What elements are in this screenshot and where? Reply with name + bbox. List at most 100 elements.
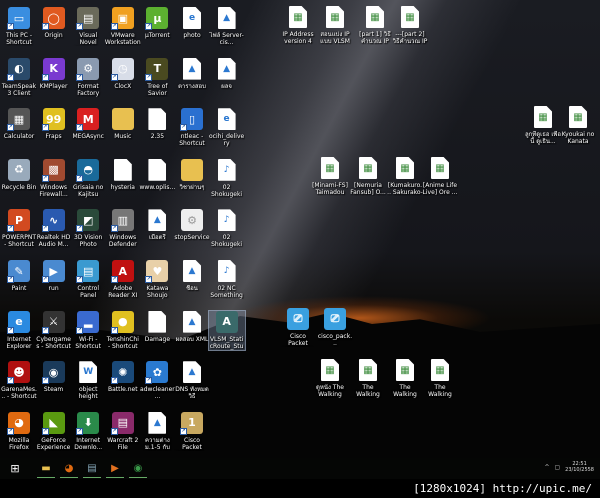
desktop-icon[interactable]: hysteria — [105, 158, 141, 191]
desktop-icon[interactable]: ▲ DNS ทั้งหมดวิธี — [174, 361, 210, 400]
desktop-icon[interactable]: ✺ ↗ Battle.net — [105, 361, 141, 393]
desktop-icon[interactable]: ▂ ↗ Wi-Fi - Shortcut — [70, 310, 106, 350]
desktop-icon[interactable]: ▲ ตารางสอบ — [174, 57, 210, 90]
desktop-icon[interactable]: ♪ 02 Shokugeki no Soma E... — [209, 209, 245, 248]
taskbar-firefox-button[interactable]: ◕ — [60, 460, 78, 478]
desktop-icon[interactable]: ◉ ↗ Steam — [36, 361, 72, 393]
desktop-icon[interactable]: ▦ [Nemuria Fansub] O... — [350, 157, 386, 196]
geforce-icon: ◣ ↗ — [41, 411, 65, 435]
shortcut-arrow-icon: ↗ — [110, 23, 118, 30]
desktop-icon[interactable]: 1↗Cisco Packet Tracer Stu... — [174, 411, 210, 451]
desktop-icon[interactable]: ▦ IP Address version 4 ล... — [280, 6, 316, 45]
desktop-icon[interactable]: A VLSM_StaticRoute_Student — [207, 309, 246, 351]
desktop-icon[interactable]: ▦ The Walking Dead Seas... — [422, 359, 458, 398]
desktop-icon[interactable]: ▦ สอนแบ่ง IP แบบ VLSM a... — [317, 6, 353, 45]
desktop-icon[interactable]: ◐ ↗ TeamSpeak 3 Client — [1, 57, 37, 97]
desktop-icon[interactable]: ▦ [Anime Life Live] Ore ... — [422, 157, 458, 196]
desktop-icon[interactable]: ▦ [Kumakuro... Sakurako-s... — [387, 157, 423, 196]
desktop-icon[interactable]: ◕ ↗ Mozilla Firefox — [1, 411, 37, 451]
desktop-icon[interactable]: Wobject height — [70, 361, 106, 400]
desktop-icon[interactable]: ▦ ลูกที่ดูเธอ เพื่อนี้ ดูเธิน... — [525, 106, 561, 145]
desktop-icon[interactable]: ☻ ↗ GarenaMes... - Shortcut — [1, 361, 37, 400]
desktop-icon[interactable]: ▲ ชื่อน — [174, 260, 210, 292]
image-file-icon: ▲ — [148, 209, 167, 232]
desktop-icon[interactable]: ✿ ↗ adwcleaner... — [139, 361, 175, 400]
desktop-icon[interactable]: Damage — [139, 310, 175, 343]
desktop-icon[interactable]: ▦ Kyoukai no Kanata Mo... — [560, 106, 596, 145]
desktop[interactable]: ▭ ↗ This PC - Shortcut ◯ ↗ Origin ▤ ↗ Visual Nov… — [0, 0, 600, 458]
desktop-icon[interactable]: ▦ ดูหนัง The Walking De... — [312, 359, 348, 398]
desktop-icon[interactable]: ⎚ cisco_pack... — [317, 308, 353, 347]
desktop-icon[interactable]: ▦ The Walking Dead Seas... — [387, 359, 423, 398]
desktop-icon[interactable]: e ↗ Internet Explorer — [1, 310, 37, 350]
desktop-icon[interactable]: ♻ Recycle Bin — [1, 158, 37, 191]
desktop-icon[interactable]: ▩ ↗ Windows Firewall... — [36, 158, 72, 198]
desktop-icon[interactable]: ▶ ↗ run — [36, 260, 72, 292]
desktop-icon[interactable]: ♪ 02 NC Something ... — [209, 260, 245, 299]
desktop-icon[interactable]: K ↗ KMPlayer — [36, 57, 72, 90]
desktop-icon[interactable]: ▦ [Minami-FS] Taimadou ... — [312, 157, 348, 196]
desktop-icon[interactable]: ♪ 02 Shokugeki no Soma E... — [209, 158, 245, 198]
desktop-icon[interactable]: T↗Tree of Savior (English Ver.) — [139, 57, 175, 97]
installer-icon: ⎚ — [324, 308, 346, 330]
desktop-icon[interactable]: ⚙ stopService — [174, 209, 210, 241]
desktop-icon[interactable]: ✎ ↗ Paint — [1, 260, 37, 292]
desktop-icon[interactable]: ◓ ↗ Grisaia no Kajitsu — [70, 158, 106, 198]
desktop-icon[interactable]: ▲ เมื่อตรี — [139, 209, 175, 241]
taskbar-file-explorer-button[interactable]: ▬ — [37, 460, 55, 478]
desktop-icon[interactable]: e ocihi_delivery — [209, 108, 245, 147]
desktop-icon[interactable]: ▲ ผลจ — [209, 57, 245, 90]
desktop-icon[interactable]: ▤ ↗ Warcraft 2 File — [105, 411, 141, 451]
taskbar-idm-button[interactable]: ◉ — [129, 460, 147, 478]
desktop-icon[interactable]: ▲ ผลสอบ XML — [174, 310, 210, 343]
desktop-icon[interactable]: M ↗ MEGAsync — [70, 108, 106, 140]
desktop-icon[interactable]: www.oplis... — [139, 158, 175, 191]
desktop-icon[interactable]: ⚙ ↗ Format Factory — [70, 57, 106, 97]
desktop-icon-label: The Walking Dead Sea... — [356, 384, 380, 398]
taskbar-media-player-button[interactable]: ▶ — [106, 460, 124, 478]
desktop-icon[interactable]: วิชาผ่านๆ — [174, 158, 210, 191]
desktop-icon[interactable]: ▤↗ Visual Novel Reader - S... — [70, 7, 106, 46]
desktop-icon-label: Realtek HD Audio M... — [36, 234, 71, 249]
desktop-icon[interactable]: ▣ ↗ VMware Workstation — [105, 7, 141, 46]
desktop-icon[interactable]: A ↗ Adobe Reader XI — [105, 260, 141, 299]
shortcut-arrow-icon: ↗ — [180, 427, 187, 435]
desktop-icon[interactable]: e photo — [174, 7, 210, 39]
desktop-icon[interactable]: ▦ [part 1] วิธีคำนวณ IP addr... — [357, 6, 393, 45]
window-icon: ▯ ↗ — [180, 108, 203, 132]
desktop-icon[interactable]: ⚔ ↗ Cybergames - Shortcut — [36, 310, 72, 350]
desktop-icon-label: TenshinChi - Shortcut — [106, 335, 139, 350]
desktop-icon-label: ตารางสอบ — [178, 82, 206, 90]
desktop-icon[interactable]: ▦ ---[part 2] วิธีคำนวณ IP ad... — [392, 6, 428, 45]
desktop-icon[interactable]: ⬇ ↗ Internet Downlo... — [70, 411, 106, 451]
clock[interactable]: 22:51 23/10/2558 — [565, 461, 594, 473]
start-button[interactable]: ⊞ — [6, 460, 24, 478]
desktop-icon[interactable]: ▦ ↗ Calculator — [1, 108, 37, 140]
desktop-icon[interactable]: ♥ ↗ Katawa Shoujo — [139, 260, 175, 299]
desktop-icon[interactable]: µ ↗ µTorrent — [139, 7, 175, 39]
desktop-icon[interactable]: ▤ ↗ Control Panel — [70, 260, 106, 299]
desktop-icon[interactable]: ∿ ↗ Realtek HD Audio M... — [36, 209, 72, 248]
desktop-icon[interactable]: ◣ ↗ GeForce Experience — [36, 411, 72, 451]
desktop-icon[interactable]: ▭ ↗ This PC - Shortcut — [1, 7, 37, 46]
desktop-icon-label: run — [48, 285, 59, 292]
notification-icon[interactable]: ▢ — [555, 464, 561, 471]
desktop-icon[interactable]: Music — [105, 108, 141, 140]
desktop-icon[interactable]: 99 ↗ Fraps — [36, 108, 72, 140]
desktop-icon[interactable]: ▦ The Walking Dead Sea... — [350, 359, 386, 398]
desktop-icon[interactable]: ◷ ↗ ClocX — [105, 57, 141, 90]
shortcut-arrow-icon: ↗ — [110, 225, 118, 233]
tray-chevron-icon[interactable]: ^ — [544, 464, 549, 471]
desktop-icon[interactable]: ● ↗ TenshinChi - Shortcut — [105, 310, 141, 350]
desktop-icon[interactable]: ▲ ไฟล์ Server-cis... — [209, 7, 245, 46]
taskbar-packet-tracer-button[interactable]: ▤ — [83, 460, 101, 478]
desktop-icon[interactable]: ▲ ความต่าง ม.1-5 กับ ม.6 — [139, 411, 175, 451]
desktop-icon[interactable]: 2.35 — [139, 108, 175, 140]
desktop-icon[interactable]: ◯ ↗ Origin — [36, 7, 72, 39]
desktop-icon[interactable]: ▥ ↗ Windows Defender — [105, 209, 141, 248]
desktop-icon[interactable]: ⎚ Cisco Packet Tracer 6.2 f... — [280, 308, 316, 347]
desktop-icon[interactable]: ▯ ↗ ntleac - Shortcut — [174, 108, 210, 147]
desktop-icon[interactable]: ◩↗3D Vision Photo Viewer — [70, 209, 106, 248]
idm-icon: ⬇ ↗ — [76, 411, 100, 435]
desktop-icon[interactable]: P ↗ POWERPNT - Shortcut — [1, 209, 37, 248]
